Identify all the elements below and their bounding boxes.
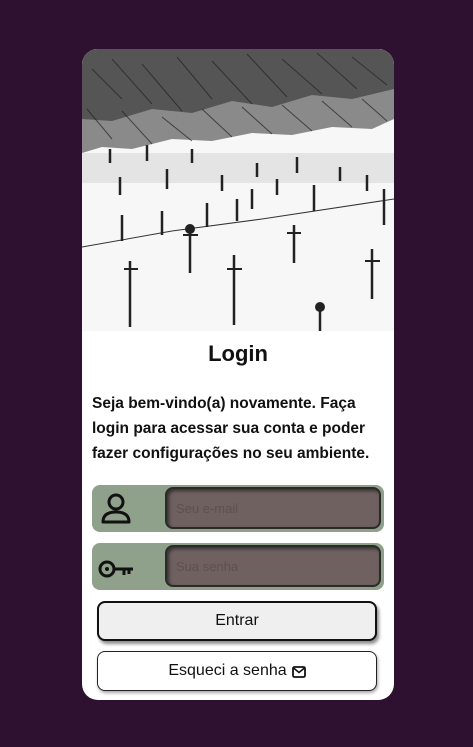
enter-button[interactable]: Entrar bbox=[97, 601, 377, 641]
page-title: Login bbox=[208, 341, 268, 366]
login-card: Login Seja bem-vindo(a) novamente. Faça … bbox=[82, 49, 394, 700]
email-input[interactable] bbox=[165, 487, 381, 529]
intro-text: Seja bem-vindo(a) novamente. Faça login … bbox=[92, 395, 370, 462]
user-icon bbox=[96, 489, 136, 529]
key-icon bbox=[96, 547, 136, 587]
mail-icon bbox=[291, 665, 306, 678]
hero-image bbox=[82, 49, 394, 331]
forgot-password-button[interactable]: Esqueci a senha bbox=[97, 651, 377, 691]
password-input[interactable] bbox=[165, 545, 381, 587]
forgot-password-label: Esqueci a senha bbox=[168, 662, 287, 679]
email-field-container bbox=[92, 485, 384, 532]
enter-button-label: Entrar bbox=[215, 612, 259, 629]
password-field-container bbox=[92, 543, 384, 590]
